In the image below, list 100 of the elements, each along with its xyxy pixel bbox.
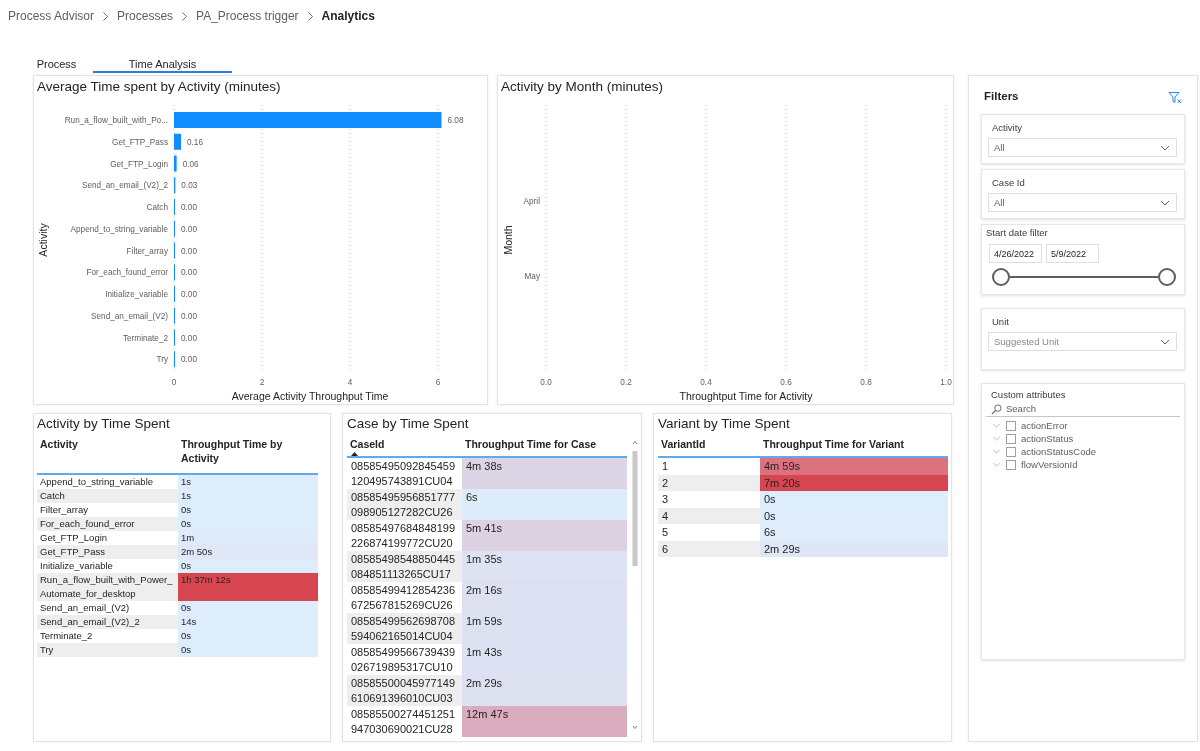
category-label: Catch: [146, 203, 168, 212]
table-cell: 08585497684848199226874199772CU20: [347, 520, 462, 551]
tick-label: 0: [171, 378, 177, 387]
table-cell: 08585499562698708594062165014CU04: [347, 613, 462, 644]
table-cell: Terminate_2: [37, 629, 178, 643]
chevron-down-icon: [1160, 199, 1170, 206]
table-cell: 5m 41s: [462, 520, 627, 551]
table-cell: 3: [658, 491, 760, 508]
table-cell: Filter_array: [37, 503, 178, 517]
table-cell: 0s: [178, 629, 318, 643]
breadcrumb-current: Analytics: [321, 8, 375, 25]
table-cell: 4m 38s: [462, 457, 627, 489]
table-cell: 2m 16s: [462, 582, 627, 613]
table-cell: 12m 47s: [462, 706, 627, 737]
data-label: 0.00: [181, 268, 197, 278]
slider-handle[interactable]: [1158, 268, 1176, 286]
column-header[interactable]: VariantId: [661, 437, 757, 451]
slider-handle[interactable]: [992, 268, 1010, 286]
column-header[interactable]: CaseId: [350, 437, 459, 451]
chevron-right-icon: [307, 11, 313, 21]
tick-label: 0.0: [540, 378, 552, 387]
attribute-label[interactable]: actionStatusCode: [1021, 445, 1096, 458]
breadcrumb-link[interactable]: PA_Process trigger: [196, 7, 299, 25]
table-cell: 08585499412854236672567815269CU26: [347, 582, 462, 613]
search-input[interactable]: Search: [1006, 402, 1180, 416]
sort-icon[interactable]: [351, 452, 358, 456]
category-label: Get_FTP_Pass: [112, 137, 168, 147]
table-cell: 2m 50s: [178, 545, 318, 559]
table-cell: 0s: [178, 503, 318, 517]
table-cell: Append_to_string_variable: [37, 474, 178, 489]
dropdown[interactable]: All: [988, 193, 1177, 212]
category-label: Initialize_variable: [105, 290, 168, 299]
category-label: Try: [156, 355, 168, 365]
category-label: May: [524, 272, 540, 281]
date-field[interactable]: 5/9/2022: [1046, 244, 1099, 263]
chevron-down-icon: [1160, 338, 1170, 345]
table-cell: 1s: [178, 489, 318, 503]
table-cell: 6: [658, 540, 760, 557]
category-label: Append_to_string_variable: [70, 224, 168, 234]
column-header[interactable]: Throughput Time for Case: [465, 437, 624, 451]
data-label: 6.08: [447, 116, 464, 125]
tab[interactable]: Process: [20, 56, 93, 73]
column-header[interactable]: Throughput Time by Activity: [181, 437, 315, 465]
attribute-label[interactable]: actionError: [1021, 419, 1068, 432]
table-cell: 2m 29s: [462, 675, 627, 706]
table-cell: 1h 37m 12s: [178, 573, 318, 601]
checkbox[interactable]: [1006, 459, 1016, 470]
slicer-label: Start date filter: [986, 226, 1049, 240]
table-cell: 0s: [760, 491, 948, 508]
tab[interactable]: Time Analysis: [93, 56, 232, 73]
table-cell: Get_FTP_Login: [37, 531, 178, 545]
table-cell: For_each_found_error: [37, 517, 178, 531]
column-header[interactable]: Throughput Time for Variant: [763, 437, 945, 451]
dropdown[interactable]: Suggested Unit: [988, 332, 1177, 351]
table-cell: Catch: [37, 489, 178, 503]
dropdown-input[interactable]: All: [989, 140, 1160, 155]
dropdown-input[interactable]: Suggested Unit: [989, 334, 1160, 349]
category-label: Send_an_email_(V2)_2: [81, 181, 168, 191]
tick-label: 6: [435, 378, 441, 387]
table-cell: 08585499566739439026719895317CU10: [347, 644, 462, 675]
table-cell: 5: [658, 524, 760, 541]
panel-title: Activity by Month (minutes): [500, 78, 665, 96]
chevron-right-icon: [103, 11, 109, 21]
tick-label: 4: [347, 378, 353, 387]
dropdown[interactable]: All: [988, 138, 1177, 157]
checkbox[interactable]: [1006, 420, 1016, 431]
chevron-right-icon: [182, 11, 188, 21]
filter-icon[interactable]: [1168, 90, 1182, 104]
data-label: 0.00: [181, 290, 197, 299]
checkbox[interactable]: [1006, 446, 1016, 457]
slicer-label: Custom attributes: [990, 388, 1067, 402]
table-cell: Initialize_variable: [37, 559, 178, 573]
axis-title: Month: [502, 225, 514, 255]
table-cell: Run_a_flow_built_with_Power_Automate_for_desktop: [37, 573, 178, 601]
axis-title: Average Activity Throughput Time: [231, 390, 389, 402]
axis-title: Throughtput Time for Activity: [679, 390, 813, 402]
tick-label: 0.8: [860, 378, 872, 387]
breadcrumb-link[interactable]: Processes: [117, 7, 174, 25]
attribute-label[interactable]: actionStatus: [1021, 432, 1074, 445]
table-cell: 1: [658, 457, 760, 475]
data-label: 0.00: [181, 333, 197, 343]
dropdown-input[interactable]: All: [989, 195, 1160, 210]
data-label: 0.03: [181, 181, 198, 191]
table-cell: 1m: [178, 531, 318, 545]
table-cell: Try: [37, 643, 178, 657]
category-label: Filter_array: [126, 246, 168, 256]
data-label: 0.00: [181, 246, 197, 256]
table-cell: 14s: [178, 615, 318, 629]
table-cell: Get_FTP_Pass: [37, 545, 178, 559]
breadcrumb-link[interactable]: Process Advisor: [8, 7, 95, 25]
tick-label: 0.2: [620, 378, 632, 387]
date-field[interactable]: 4/26/2022: [989, 244, 1042, 263]
attribute-label[interactable]: flowVersionId: [1021, 458, 1078, 471]
category-label: Send_an_email_(V2): [91, 311, 168, 321]
search-field[interactable]: Search: [986, 402, 1180, 417]
checkbox[interactable]: [1006, 433, 1016, 444]
column-header[interactable]: Activity: [40, 437, 175, 451]
category-label: April: [523, 197, 540, 206]
slicer-label: Activity: [991, 121, 1024, 135]
table-cell: 1m 59s: [462, 613, 627, 644]
